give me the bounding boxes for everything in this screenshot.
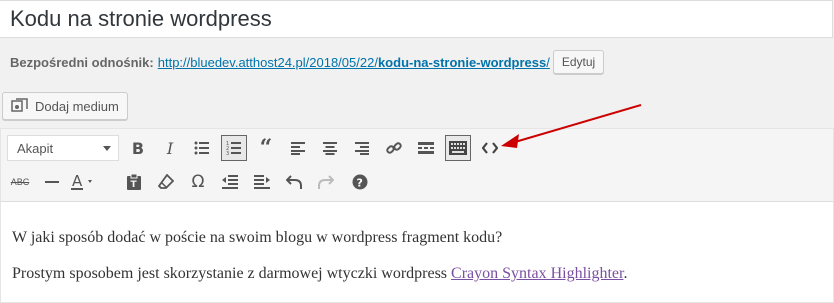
- read-more-icon[interactable]: [413, 135, 439, 161]
- align-center-icon[interactable]: [317, 135, 343, 161]
- post-content[interactable]: W jaki sposób dodać w poście na swoim bl…: [12, 229, 627, 301]
- toolbar-toggle-icon[interactable]: [445, 135, 471, 161]
- post-title-field[interactable]: Kodu na stronie wordpress: [0, 0, 833, 38]
- media-icon: [11, 98, 29, 114]
- editor-area: Akapit B I 123 “ ABC A T Ω ? W jaki spos…: [0, 128, 834, 303]
- permalink-url-tail: /: [546, 54, 550, 70]
- bullet-list-icon[interactable]: [189, 135, 215, 161]
- numbered-list-icon[interactable]: 123: [221, 135, 247, 161]
- content-paragraph: W jaki sposób dodać w poście na swoim bl…: [12, 229, 503, 246]
- svg-text:3: 3: [226, 151, 229, 155]
- help-icon[interactable]: ?: [347, 169, 373, 195]
- chevron-down-icon: [103, 146, 111, 151]
- add-media-button[interactable]: Dodaj medium: [2, 92, 128, 120]
- content-paragraph: Prostym sposobem jest skorzystanie z dar…: [12, 265, 627, 283]
- permalink-label: Bezpośredni odnośnik:: [10, 54, 154, 70]
- special-character-icon[interactable]: Ω: [185, 169, 211, 195]
- format-select[interactable]: Akapit: [7, 135, 119, 161]
- permalink-url-base: http://bluedev.atthost24.pl/2018/05/22/: [157, 54, 378, 70]
- paste-text-icon[interactable]: T: [121, 169, 147, 195]
- blockquote-icon[interactable]: “: [253, 135, 279, 161]
- align-left-icon[interactable]: [285, 135, 311, 161]
- permalink-row: Bezpośredni odnośnik: http://bluedev.att…: [10, 50, 605, 74]
- add-media-label: Dodaj medium: [35, 98, 119, 114]
- edit-permalink-button[interactable]: Edytuj: [552, 50, 605, 74]
- bold-icon[interactable]: B: [125, 135, 151, 161]
- clear-formatting-icon[interactable]: [153, 169, 179, 195]
- svg-text:?: ?: [357, 177, 363, 190]
- permalink-link[interactable]: http://bluedev.atthost24.pl/2018/05/22/k…: [158, 55, 550, 70]
- content-text: Prostym sposobem jest skorzystanie z dar…: [12, 265, 452, 282]
- permalink-url-slug: kodu-na-stronie-wordpress: [377, 54, 547, 70]
- align-right-icon[interactable]: [349, 135, 375, 161]
- strikethrough-icon[interactable]: ABC: [7, 169, 33, 195]
- content-text: .: [623, 265, 628, 282]
- undo-icon[interactable]: [281, 169, 307, 195]
- editor-toolbar: Akapit B I 123 “ ABC A T Ω ?: [1, 129, 833, 202]
- horizontal-line-icon[interactable]: [39, 169, 65, 195]
- svg-text:A: A: [72, 173, 83, 190]
- text-color-icon[interactable]: A: [69, 169, 99, 195]
- svg-text:T: T: [131, 180, 138, 190]
- annotation-arrow-icon: [501, 104, 642, 148]
- redo-icon[interactable]: [313, 169, 339, 195]
- indent-icon[interactable]: [249, 169, 275, 195]
- format-select-value: Akapit: [17, 140, 54, 156]
- link-icon[interactable]: [381, 135, 407, 161]
- italic-icon[interactable]: I: [157, 135, 183, 161]
- post-title-text: Kodu na stronie wordpress: [10, 6, 272, 31]
- outdent-icon[interactable]: [217, 169, 243, 195]
- crayon-plugin-link[interactable]: Crayon Syntax Highlighter: [451, 265, 623, 282]
